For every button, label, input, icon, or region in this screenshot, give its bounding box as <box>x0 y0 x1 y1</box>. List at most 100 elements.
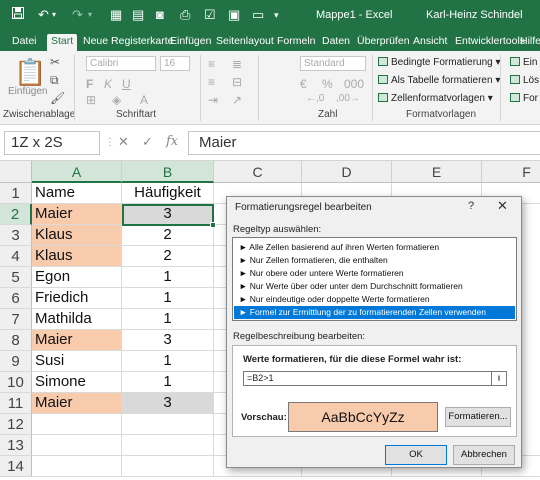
conditional-formatting-button[interactable]: Bedingte Formatierung ▾ <box>378 57 501 68</box>
underline-icon[interactable]: U <box>122 77 131 91</box>
row-header[interactable]: 13 <box>0 435 32 456</box>
cell-b4[interactable]: 2 <box>122 246 214 267</box>
tab-hilfe[interactable]: Hilfe <box>520 34 540 51</box>
tab-start[interactable]: Start <box>47 34 78 51</box>
row-header[interactable]: 9 <box>0 351 32 372</box>
formula-input-field[interactable]: =B2>1 ⭱ <box>243 371 507 386</box>
cell-b8[interactable]: 3 <box>122 330 214 351</box>
grid-icon[interactable]: ▤ <box>132 7 144 23</box>
align-top-icon[interactable]: ≡ <box>208 57 215 71</box>
italic-icon[interactable]: K <box>104 77 112 91</box>
insert-cells-button[interactable]: Ein <box>510 57 537 68</box>
decrease-decimal-icon[interactable]: ,00→ <box>336 93 360 104</box>
delete-cells-button[interactable]: Lös <box>510 75 539 86</box>
copy-icon[interactable]: ⧉ <box>50 73 59 88</box>
thousands-icon[interactable]: 000 <box>344 77 364 91</box>
cell-b11[interactable]: 3 <box>122 393 214 414</box>
cell-a3[interactable]: Klaus <box>32 225 122 246</box>
cell-a9[interactable]: Susi <box>32 351 122 372</box>
number-format-box[interactable]: Standard <box>300 56 366 71</box>
undo-icon[interactable]: ↶ <box>38 7 49 23</box>
tab-daten[interactable]: Daten <box>322 34 350 51</box>
bold-icon[interactable]: F <box>86 77 93 91</box>
name-box[interactable]: 1Z x 2S <box>4 131 100 155</box>
redo-dropdown-icon[interactable]: ▾ <box>88 7 92 23</box>
cell-b1[interactable]: Häufigkeit <box>122 183 214 204</box>
paste-label[interactable]: Einfügen <box>8 86 47 97</box>
align-left-icon[interactable]: ≡ <box>208 75 215 89</box>
cell-b14[interactable] <box>122 456 214 477</box>
cancel-entry-icon[interactable]: ✕ <box>118 134 129 150</box>
insert-function-icon[interactable]: fx <box>166 134 178 149</box>
folder-icon[interactable]: ▭ <box>252 7 264 23</box>
rule-type-item[interactable]: ► Nur Zellen formatieren, die enthalten <box>234 254 515 267</box>
save-icon[interactable] <box>12 7 24 23</box>
cell-a10[interactable]: Simone <box>32 372 122 393</box>
cell-a7[interactable]: Mathilda <box>32 309 122 330</box>
font-size-box[interactable]: 16 <box>160 56 190 71</box>
column-header-e[interactable]: E <box>392 161 482 183</box>
cell-a13[interactable] <box>32 435 122 456</box>
camera-icon[interactable]: ◙ <box>156 7 164 23</box>
row-header[interactable]: 5 <box>0 267 32 288</box>
formula-input[interactable]: Maier <box>188 131 540 155</box>
orientation-icon[interactable]: ↗ <box>232 93 242 107</box>
cell-b6[interactable]: 1 <box>122 288 214 309</box>
table-icon[interactable]: ▦ <box>110 7 122 23</box>
format-painter-icon[interactable]: 🖌 <box>50 91 65 105</box>
row-header[interactable]: 8 <box>0 330 32 351</box>
rule-type-item[interactable]: ► Alle Zellen basierend auf ihren Werten… <box>234 241 515 254</box>
merge-icon[interactable]: ⊟ <box>232 75 242 89</box>
collapse-dialog-icon[interactable]: ⭱ <box>491 372 506 385</box>
row-header[interactable]: 14 <box>0 456 32 477</box>
confirm-entry-icon[interactable]: ✓ <box>142 134 153 150</box>
font-name-box[interactable]: Calibri <box>86 56 156 71</box>
format-button[interactable]: Formatieren... <box>445 407 511 427</box>
row-header[interactable]: 2 <box>0 204 32 225</box>
cell-b9[interactable]: 1 <box>122 351 214 372</box>
cell-b3[interactable]: 2 <box>122 225 214 246</box>
customize-qat-icon[interactable]: ▾ <box>274 7 279 23</box>
tab-entwicklertools[interactable]: Entwicklertools <box>455 34 525 51</box>
cell-a11[interactable]: Maier <box>32 393 122 414</box>
cell-a12[interactable] <box>32 414 122 435</box>
row-header[interactable]: 4 <box>0 246 32 267</box>
cell-b10[interactable]: 1 <box>122 372 214 393</box>
cell-styles-button[interactable]: Zellenformatvorlagen ▾ <box>378 93 493 104</box>
cancel-button[interactable]: Abbrechen <box>453 445 515 465</box>
cell-b7[interactable]: 1 <box>122 309 214 330</box>
fill-handle[interactable] <box>210 222 216 228</box>
rule-type-item[interactable]: ► Nur Werte über oder unter dem Durchsch… <box>234 280 515 293</box>
cell-a5[interactable]: Egon <box>32 267 122 288</box>
cell-b2[interactable]: 3 <box>122 204 214 225</box>
cut-icon[interactable]: ✂ <box>50 55 60 69</box>
paste-icon[interactable]: 📋 <box>14 57 46 88</box>
cell-b5[interactable]: 1 <box>122 267 214 288</box>
tab-datei[interactable]: Datei <box>12 34 37 51</box>
cell-a14[interactable] <box>32 456 122 477</box>
currency-icon[interactable]: € <box>300 77 307 91</box>
ok-button[interactable]: OK <box>385 445 447 465</box>
undo-dropdown-icon[interactable]: ▾ <box>52 7 56 23</box>
percent-icon[interactable]: % <box>322 77 333 91</box>
tab-neue-registerkarte[interactable]: Neue Registerkarte <box>83 34 173 51</box>
redo-icon[interactable]: ↷ <box>72 7 83 23</box>
format-as-table-button[interactable]: Als Tabelle formatieren ▾ <box>378 75 500 86</box>
column-header-c[interactable]: C <box>214 161 302 183</box>
calculator-icon[interactable]: ▣ <box>228 7 240 23</box>
print-preview-icon[interactable]: ⎙ <box>180 7 190 23</box>
tab-einfuegen[interactable]: Einfügen <box>170 34 211 51</box>
column-header-f[interactable]: F <box>482 161 540 183</box>
user-name[interactable]: Karl-Heinz Schindel <box>426 9 523 21</box>
tab-seitenlayout[interactable]: Seitenlayout <box>216 34 274 51</box>
cell-a4[interactable]: Klaus <box>32 246 122 267</box>
cell-a8[interactable]: Maier <box>32 330 122 351</box>
row-header[interactable]: 12 <box>0 414 32 435</box>
column-header-d[interactable]: D <box>302 161 392 183</box>
wrap-text-icon[interactable]: ≣ <box>232 57 242 71</box>
row-header[interactable]: 1 <box>0 183 32 204</box>
row-header[interactable]: 10 <box>0 372 32 393</box>
fill-color-icon[interactable]: ◈ <box>112 93 121 107</box>
row-header[interactable]: 6 <box>0 288 32 309</box>
close-icon[interactable]: ✕ <box>497 198 508 214</box>
